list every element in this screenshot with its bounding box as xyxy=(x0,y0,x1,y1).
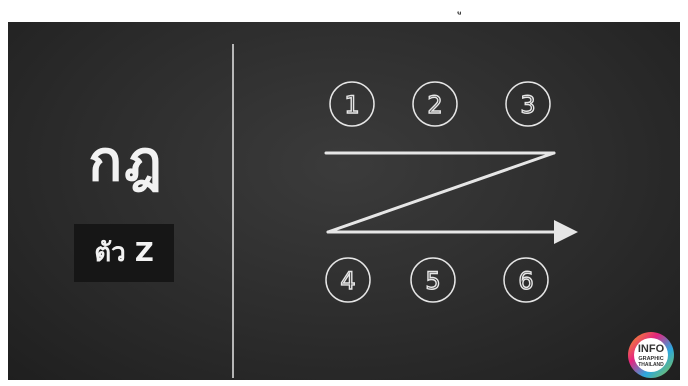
step-4: 4 xyxy=(325,257,371,303)
step-3: 3 xyxy=(505,81,551,127)
z-diagram: 1 2 3 4 5 6 xyxy=(324,81,578,303)
step-2: 2 xyxy=(412,81,458,127)
infographic-thailand-logo: INFO GRAPHIC THAILAND xyxy=(628,332,674,378)
logo-line-1: INFO xyxy=(638,343,665,355)
chalkboard: กฎ ตัว Z 1 2 3 4 5 6 xyxy=(8,22,680,380)
step-5-label: 5 xyxy=(425,267,440,295)
step-3-label: 3 xyxy=(520,91,535,119)
step-6: 6 xyxy=(503,257,549,303)
step-1: 1 xyxy=(329,81,375,127)
logo-line-3: THAILAND xyxy=(638,362,664,368)
step-4-label: 4 xyxy=(340,267,355,295)
step-6-label: 6 xyxy=(518,267,533,295)
z-path xyxy=(324,151,578,244)
step-2-label: 2 xyxy=(427,91,442,119)
top-strip: ู xyxy=(0,0,688,22)
step-1-label: 1 xyxy=(344,91,359,119)
arrow-head-icon xyxy=(554,220,578,244)
step-5: 5 xyxy=(410,257,456,303)
